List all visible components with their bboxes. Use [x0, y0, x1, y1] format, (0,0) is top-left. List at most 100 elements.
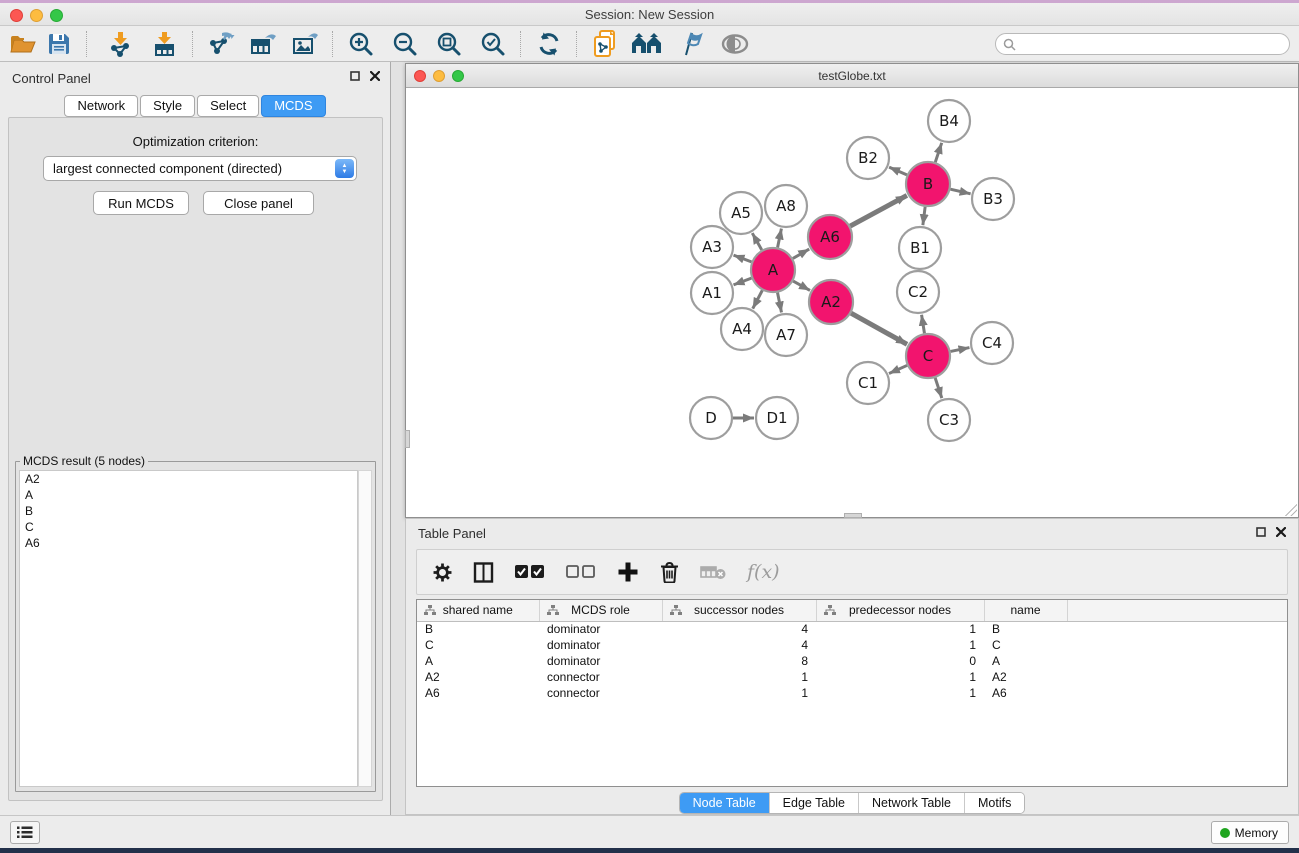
graph-edge[interactable] [793, 281, 810, 290]
mcds-result-list[interactable]: A2ABCA6 [19, 470, 358, 787]
table-cell[interactable]: A [417, 653, 539, 669]
table-cell[interactable]: A2 [984, 669, 1067, 685]
zoom-fit-icon[interactable] [432, 28, 466, 60]
graph-edge[interactable] [778, 229, 782, 248]
tab-style[interactable]: Style [140, 95, 195, 117]
tab-edge-table[interactable]: Edge Table [769, 793, 858, 813]
tab-node-table[interactable]: Node Table [680, 793, 769, 813]
mcds-result-item[interactable]: A2 [20, 471, 357, 487]
zoom-in-icon[interactable] [344, 28, 378, 60]
mcds-result-item[interactable]: C [20, 519, 357, 535]
memory-status-button[interactable]: Memory [1211, 821, 1289, 844]
table-cell[interactable]: 4 [662, 637, 816, 653]
delete-column-icon[interactable] [660, 561, 679, 583]
graph-edge[interactable] [734, 255, 752, 262]
network-canvas[interactable]: B4B2BB3B1A5A8A6A3AA1A4A7A2C2CC4C1C3DD1 [406, 89, 1298, 517]
table-cell[interactable]: C [417, 637, 539, 653]
graph-edge[interactable] [922, 315, 925, 334]
column-header[interactable]: shared name [417, 600, 539, 621]
table-cell[interactable]: dominator [539, 637, 662, 653]
tab-network[interactable]: Network [64, 95, 138, 117]
column-header[interactable]: successor nodes [662, 600, 816, 621]
search-field[interactable] [995, 33, 1290, 55]
import-network-icon[interactable] [103, 28, 137, 60]
table-row[interactable]: Adominator80A [417, 653, 1288, 669]
panel-drag-handle[interactable] [405, 430, 410, 448]
table-row[interactable]: Bdominator41B [417, 621, 1288, 637]
close-panel-icon[interactable] [1276, 527, 1286, 537]
float-panel-icon[interactable] [350, 71, 360, 81]
tab-select[interactable]: Select [197, 95, 259, 117]
table-cell[interactable]: 1 [816, 685, 984, 701]
settings-gear-icon[interactable] [433, 563, 452, 582]
graph-edge[interactable] [950, 189, 970, 194]
close-panel-button[interactable]: Close panel [203, 191, 314, 215]
graph-edge[interactable] [889, 167, 907, 175]
table-cell[interactable]: 1 [816, 621, 984, 637]
optimization-criterion-select[interactable]: largest connected component (directed) ▲… [43, 156, 357, 181]
close-panel-icon[interactable] [370, 71, 380, 81]
refresh-icon[interactable] [532, 28, 566, 60]
table-cell[interactable]: 1 [816, 637, 984, 653]
table-cell[interactable]: 8 [662, 653, 816, 669]
table-cell[interactable]: A2 [417, 669, 539, 685]
graph-edge[interactable] [935, 378, 942, 398]
clone-network-icon[interactable] [588, 28, 622, 60]
mcds-result-item[interactable]: B [20, 503, 357, 519]
graph-edge[interactable] [752, 233, 761, 250]
zoom-out-icon[interactable] [388, 28, 422, 60]
float-panel-icon[interactable] [1256, 527, 1266, 537]
tab-motifs[interactable]: Motifs [964, 793, 1024, 813]
table-row[interactable]: A6connector11A6 [417, 685, 1288, 701]
table-cell[interactable]: C [984, 637, 1067, 653]
mcds-result-item[interactable]: A [20, 487, 357, 503]
graph-edge[interactable] [951, 348, 970, 352]
graph-edge[interactable] [923, 207, 925, 225]
add-column-icon[interactable] [617, 561, 639, 583]
column-header[interactable]: name [984, 600, 1067, 621]
hide-details-icon[interactable] [674, 28, 708, 60]
graph-edge[interactable] [793, 249, 809, 258]
table-cell[interactable]: 4 [662, 621, 816, 637]
table-cell[interactable]: dominator [539, 653, 662, 669]
graph-edge[interactable] [935, 143, 941, 162]
table-header-row[interactable]: shared nameMCDS rolesuccessor nodesprede… [417, 600, 1288, 621]
graph-edge[interactable] [734, 278, 752, 285]
table-cell[interactable]: A [984, 653, 1067, 669]
export-image-icon[interactable] [288, 28, 322, 60]
table-cell[interactable]: connector [539, 669, 662, 685]
show-details-icon[interactable] [718, 28, 752, 60]
open-session-icon[interactable] [6, 28, 40, 60]
show-task-history-button[interactable] [10, 821, 40, 844]
table-cell[interactable]: A6 [984, 685, 1067, 701]
network-window-titlebar[interactable]: testGlobe.txt [406, 64, 1298, 88]
column-visibility-icon[interactable] [473, 562, 494, 583]
mcds-result-item[interactable]: A6 [20, 535, 357, 551]
import-table-icon[interactable] [147, 28, 181, 60]
table-cell[interactable]: B [984, 621, 1067, 637]
graph-edge[interactable] [778, 293, 782, 313]
zoom-selected-icon[interactable] [476, 28, 510, 60]
table-cell[interactable]: 1 [662, 685, 816, 701]
table-cell[interactable]: 1 [816, 669, 984, 685]
first-neighbors-icon[interactable] [630, 28, 664, 60]
tab-network-table[interactable]: Network Table [858, 793, 964, 813]
table-cell[interactable]: dominator [539, 621, 662, 637]
mcds-result-scrollbar[interactable] [358, 470, 372, 787]
export-table-icon[interactable] [246, 28, 280, 60]
column-header[interactable]: MCDS role [539, 600, 662, 621]
table-cell[interactable]: connector [539, 685, 662, 701]
deselect-all-icon[interactable] [566, 565, 596, 579]
window-resize-grip[interactable] [1285, 504, 1297, 516]
search-input[interactable] [1020, 37, 1289, 51]
save-session-icon[interactable] [42, 28, 76, 60]
export-network-icon[interactable] [204, 28, 238, 60]
table-row[interactable]: A2connector11A2 [417, 669, 1288, 685]
table-row[interactable]: Cdominator41C [417, 637, 1288, 653]
table-cell[interactable]: B [417, 621, 539, 637]
column-header[interactable]: predecessor nodes [816, 600, 984, 621]
run-mcds-button[interactable]: Run MCDS [93, 191, 189, 215]
graph-edge[interactable] [850, 195, 907, 226]
graph-edge[interactable] [753, 290, 763, 308]
graph-edge[interactable] [851, 313, 907, 344]
